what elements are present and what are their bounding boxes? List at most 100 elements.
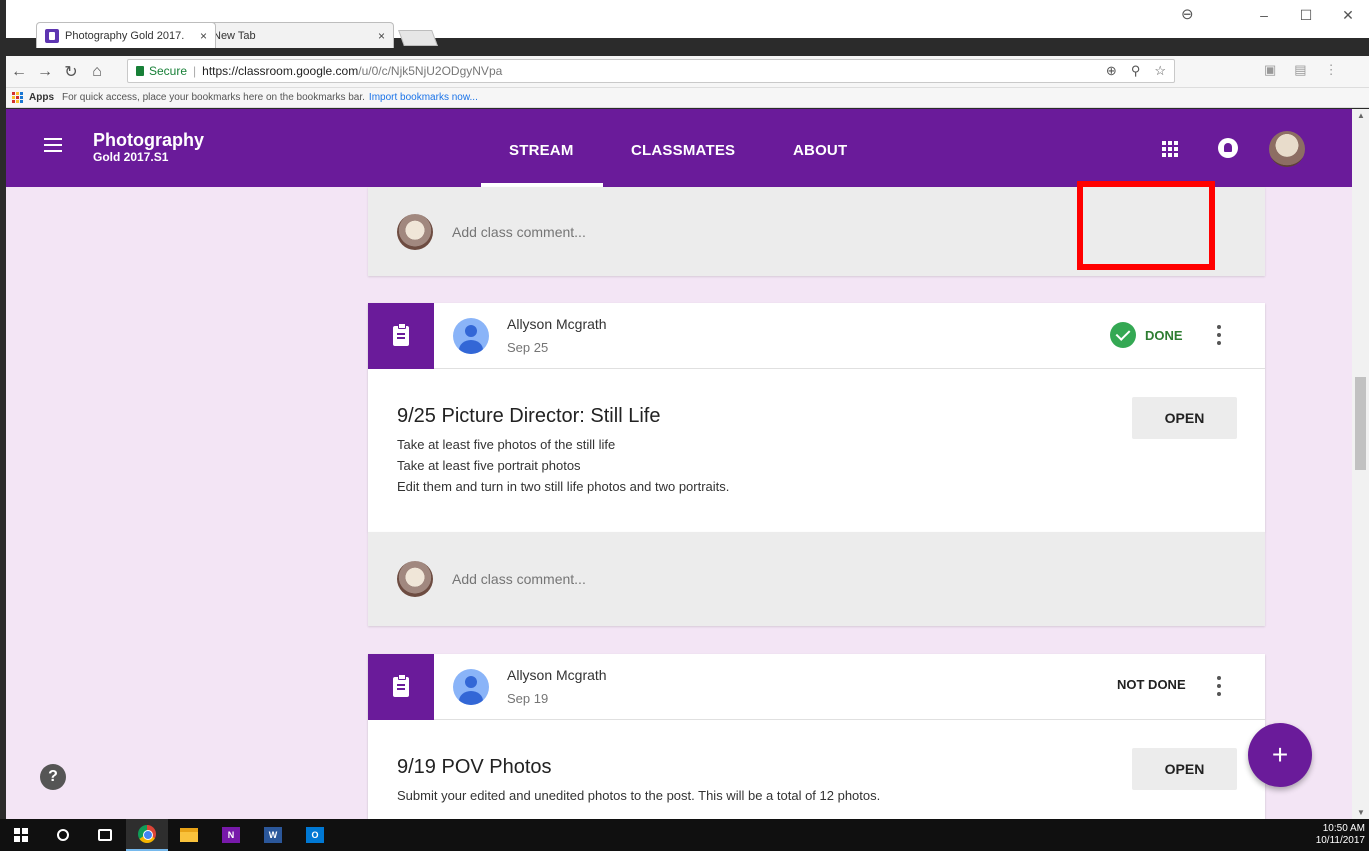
- outlook-icon: O: [306, 827, 324, 843]
- avatar: [397, 561, 433, 597]
- task-view-button[interactable]: [84, 819, 126, 851]
- word-icon: W: [264, 827, 282, 843]
- classroom-favicon-icon: [45, 28, 59, 43]
- window-controls: – ☐ ✕: [1243, 0, 1369, 38]
- home-icon[interactable]: ⌂: [84, 63, 110, 81]
- tab-title: New Tab: [213, 29, 256, 42]
- post-title[interactable]: 9/25 Picture Director: Still Life: [397, 405, 1236, 428]
- menu-icon[interactable]: [44, 138, 62, 152]
- notifications-icon[interactable]: [1218, 138, 1238, 158]
- secure-label: Secure: [149, 64, 188, 78]
- url-host: https://classroom.google.com: [202, 64, 359, 78]
- task-view-icon: [98, 829, 112, 841]
- author-avatar: [453, 318, 489, 354]
- classroom-appbar: Photography Gold 2017.S1 STREAM CLASSMAT…: [6, 109, 1352, 187]
- post-date: Sep 25: [507, 340, 549, 355]
- clock-time: 10:50 AM: [1322, 823, 1365, 834]
- class-section: Gold 2017.S1: [93, 150, 169, 164]
- browser-tab-classroom[interactable]: Photography Gold 2017. ×: [36, 22, 216, 48]
- post-header: Allyson Mcgrath Sep 25 DONE: [368, 303, 1265, 369]
- comment-input[interactable]: Add class comment...: [452, 224, 586, 240]
- status-label: DONE: [1145, 327, 1183, 343]
- assignment-icon: [393, 674, 409, 697]
- back-icon[interactable]: ←: [6, 63, 32, 81]
- tab-close-icon[interactable]: ×: [378, 29, 385, 43]
- open-button[interactable]: OPEN: [1132, 748, 1237, 790]
- folder-icon: [180, 828, 198, 842]
- post-title[interactable]: 9/19 POV Photos: [397, 756, 1236, 779]
- outlook-button[interactable]: O: [294, 819, 336, 851]
- chrome-menu-icon[interactable]: ⋮: [1325, 62, 1338, 78]
- post-author: Allyson Mcgrath: [507, 667, 607, 683]
- post-author: Allyson Mcgrath: [507, 316, 607, 332]
- apps-icon[interactable]: [12, 91, 24, 104]
- chrome-taskbar-button[interactable]: [126, 819, 168, 851]
- search-button[interactable]: [42, 819, 84, 851]
- assignment-icon: [393, 323, 409, 346]
- extension-icon[interactable]: ▣: [1264, 62, 1276, 78]
- tab-title: Photography Gold 2017.: [65, 29, 185, 42]
- browser-tabstrip: Photography Gold 2017. × New Tab × ⊖ – ☐…: [0, 0, 1369, 48]
- status-done: DONE: [1110, 322, 1183, 348]
- key-icon[interactable]: ⚲: [1131, 63, 1141, 79]
- post-header: Allyson Mcgrath Sep 19 NOT DONE: [368, 654, 1265, 720]
- onenote-button[interactable]: N: [210, 819, 252, 851]
- add-fab-button[interactable]: +: [1248, 723, 1312, 787]
- close-icon[interactable]: ✕: [1327, 0, 1369, 30]
- lock-icon: [136, 66, 144, 76]
- help-icon[interactable]: ?: [40, 764, 66, 790]
- bookmarks-hint: For quick access, place your bookmarks h…: [62, 92, 365, 103]
- assignment-card: Allyson Mcgrath Sep 25 DONE 9/25 Picture…: [368, 303, 1265, 532]
- search-icon: [57, 829, 69, 841]
- page-scrollbar[interactable]: ▲ ▼: [1352, 109, 1369, 819]
- profile-icon[interactable]: ⊖: [1181, 5, 1201, 25]
- reload-icon[interactable]: ↻: [58, 62, 84, 82]
- post-date: Sep 19: [507, 691, 549, 706]
- open-button[interactable]: OPEN: [1132, 397, 1237, 439]
- windows-icon: [14, 828, 28, 842]
- system-clock[interactable]: 10:50 AM 10/11/2017: [1316, 823, 1365, 847]
- post-body: 9/25 Picture Director: Still Life Take a…: [368, 369, 1265, 497]
- start-button[interactable]: [0, 819, 42, 851]
- scrollbar-thumb[interactable]: [1355, 377, 1366, 470]
- address-separator: |: [193, 64, 197, 78]
- onenote-icon: N: [222, 827, 240, 843]
- author-avatar: [453, 669, 489, 705]
- more-options-icon[interactable]: [1217, 325, 1221, 345]
- apps-grid-icon[interactable]: [1162, 141, 1178, 157]
- tab-classmates[interactable]: CLASSMATES: [631, 142, 735, 159]
- tab-about[interactable]: ABOUT: [793, 142, 847, 159]
- assignment-badge: [368, 303, 434, 369]
- more-options-icon[interactable]: [1217, 676, 1221, 696]
- status-not-done: NOT DONE: [1117, 677, 1186, 692]
- browser-tab-new[interactable]: New Tab ×: [204, 22, 394, 48]
- file-explorer-button[interactable]: [168, 819, 210, 851]
- class-title[interactable]: Photography: [93, 130, 204, 151]
- post-description-line: Take at least five portrait photos: [397, 458, 581, 473]
- zoom-icon[interactable]: ⊕: [1106, 63, 1117, 79]
- scroll-down-icon[interactable]: ▼: [1357, 808, 1365, 817]
- bookmark-star-icon[interactable]: ☆: [1154, 63, 1166, 79]
- pdf-extension-icon[interactable]: ▤: [1294, 62, 1306, 78]
- tab-close-icon[interactable]: ×: [200, 29, 207, 43]
- word-button[interactable]: W: [252, 819, 294, 851]
- tab-stream[interactable]: STREAM: [509, 142, 574, 159]
- omnibox-actions: ⊕ ⚲ ☆: [1106, 63, 1166, 79]
- comment-input[interactable]: Add class comment...: [452, 571, 586, 587]
- comment-strip[interactable]: Add class comment...: [368, 532, 1265, 626]
- address-bar[interactable]: Secure | https://classroom.google.com /u…: [127, 59, 1175, 83]
- forward-icon[interactable]: →: [32, 63, 58, 81]
- browser-toolbar: ← → ↻ ⌂ Secure | https://classroom.googl…: [6, 56, 1369, 88]
- maximize-icon[interactable]: ☐: [1285, 0, 1327, 30]
- windows-taskbar: N W O 10:50 AM 10/11/2017: [0, 819, 1369, 851]
- import-bookmarks-link[interactable]: Import bookmarks now...: [369, 92, 478, 103]
- scroll-up-icon[interactable]: ▲: [1357, 111, 1365, 120]
- account-avatar[interactable]: [1269, 131, 1305, 167]
- clock-date: 10/11/2017: [1315, 835, 1365, 846]
- apps-bookmark[interactable]: Apps: [29, 92, 54, 103]
- extension-icons: ▣ ▤ ⋮: [1264, 62, 1338, 78]
- avatar: [397, 213, 433, 250]
- new-tab-button[interactable]: [398, 30, 438, 46]
- screen: Photography Gold 2017. × New Tab × ⊖ – ☐…: [0, 0, 1369, 851]
- minimize-icon[interactable]: –: [1243, 0, 1285, 30]
